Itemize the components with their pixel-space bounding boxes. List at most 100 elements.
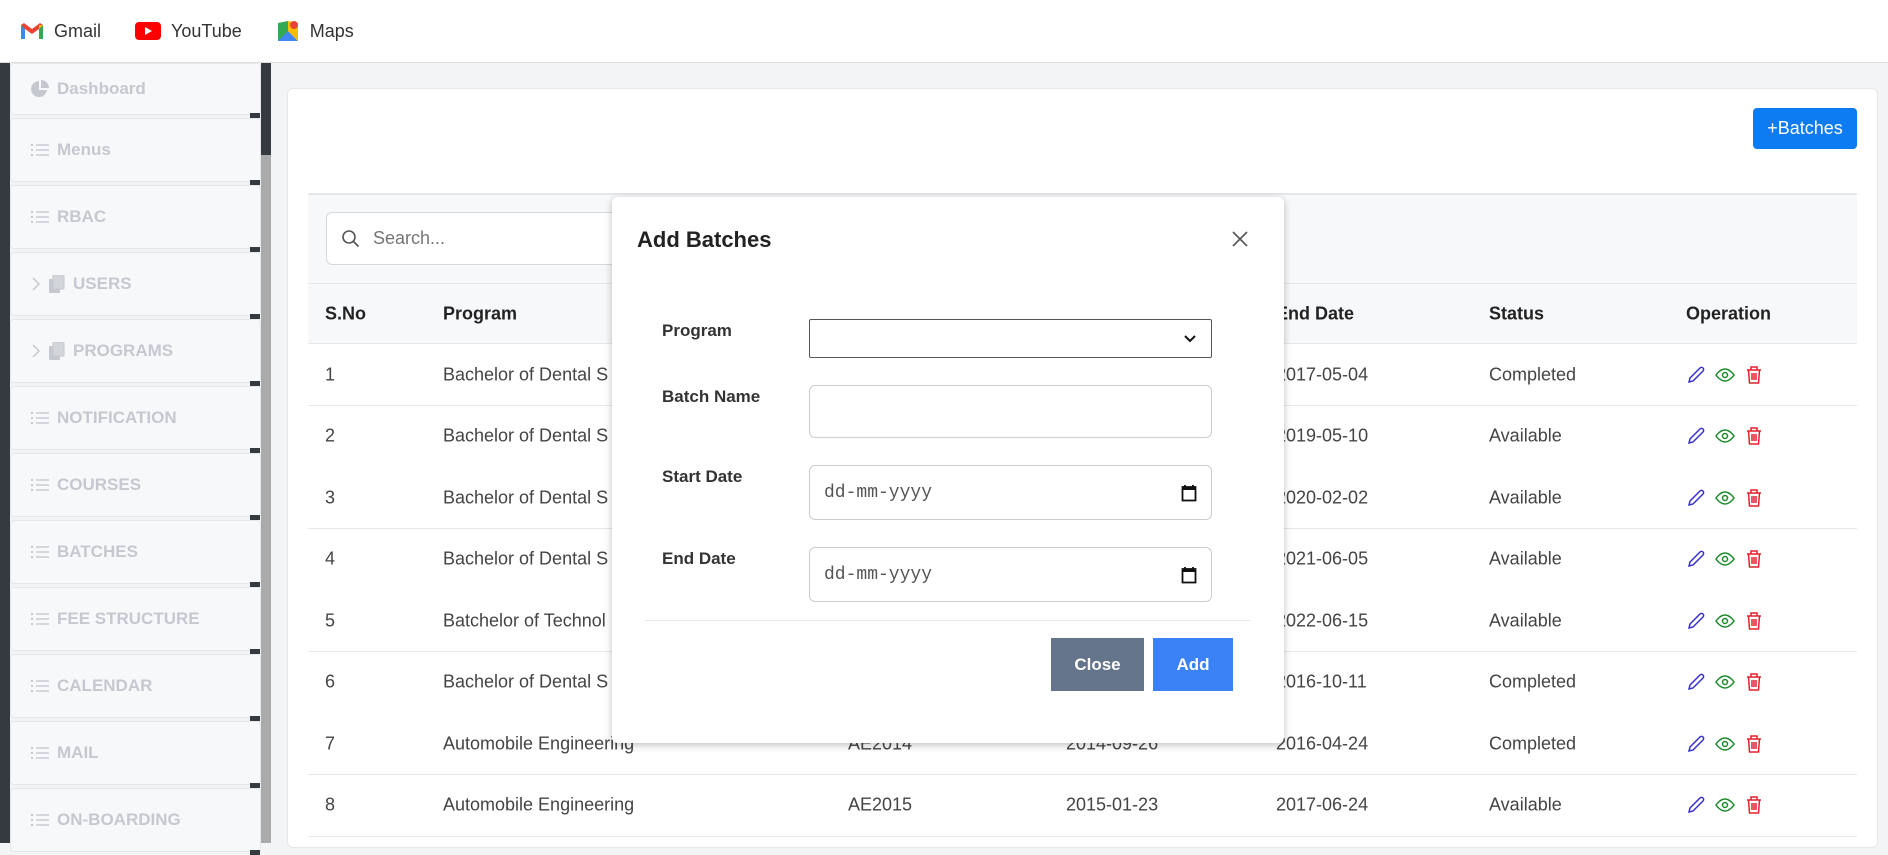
view-icon[interactable] <box>1715 426 1735 446</box>
table-row: 8 Automobile Engineering AE2015 2015-01-23 2… <box>308 774 1857 837</box>
view-icon[interactable] <box>1715 795 1735 815</box>
delete-icon[interactable] <box>1744 365 1764 385</box>
sidebar-item-label: FEE STRUCTURE <box>57 609 200 628</box>
table-cell: 2016-10-11 <box>1276 671 1367 692</box>
view-icon[interactable] <box>1715 365 1735 385</box>
table-cell: 3 <box>325 487 336 507</box>
delete-icon[interactable] <box>1744 795 1764 815</box>
bookmark-gmail[interactable]: Gmail <box>20 21 101 42</box>
table-cell: Bachelor of Dental S <box>443 548 609 569</box>
bookmark-label: Maps <box>309 20 354 41</box>
end-date-placeholder: dd-mm-yyyy <box>824 564 933 585</box>
edit-icon[interactable] <box>1686 488 1706 508</box>
edit-icon[interactable] <box>1686 734 1706 754</box>
sidebar-item-mail[interactable]: MAIL <box>10 721 261 788</box>
table-cell: 2016-04-24 <box>1276 733 1369 753</box>
bookmark-youtube[interactable]: YouTube <box>135 21 242 42</box>
sidebar-item-calendar[interactable]: CALENDAR <box>10 654 261 721</box>
edit-icon[interactable] <box>1686 611 1706 631</box>
delete-icon[interactable] <box>1744 672 1764 692</box>
end-date-label: End Date <box>662 549 736 568</box>
files-icon <box>49 275 65 293</box>
sidebar-edge <box>0 63 10 843</box>
close-icon[interactable] <box>1228 227 1252 251</box>
sidebar-item-dashboard[interactable]: Dashboard <box>10 63 261 118</box>
sidebar-item-label: Menus <box>57 140 111 159</box>
start-date-input[interactable]: dd-mm-yyyy <box>809 465 1212 520</box>
column-header: S.No <box>325 303 367 323</box>
sidebar-item-menus[interactable]: Menus <box>10 118 261 185</box>
sidebar-item-label: PROGRAMS <box>73 341 174 360</box>
table-cell: Automobile Engineering <box>443 794 635 815</box>
close-button[interactable]: Close <box>1051 638 1144 691</box>
sidebar-item-programs[interactable]: PROGRAMS <box>10 319 261 386</box>
sidebar-item-label: RBAC <box>57 207 107 226</box>
operations <box>1686 365 1764 385</box>
column-header: End Date <box>1276 303 1355 323</box>
sidebar-item-on-boarding[interactable]: ON-BOARDING <box>10 788 261 855</box>
column-header: Status <box>1489 303 1545 323</box>
search-icon <box>342 229 360 247</box>
sidebar-item-label: NOTIFICATION <box>57 408 177 427</box>
delete-icon[interactable] <box>1744 611 1764 631</box>
search-box[interactable] <box>326 212 646 265</box>
operations <box>1686 611 1764 631</box>
calendar-icon[interactable] <box>1181 484 1197 502</box>
sidebar: Dashboard Menus RBAC USERS PROGRAMS NOTIFICAT… <box>0 63 271 855</box>
edit-icon[interactable] <box>1686 795 1706 815</box>
sidebar-item-fee-structure[interactable]: FEE STRUCTURE <box>10 587 261 654</box>
sidebar-item-users[interactable]: USERS <box>10 252 261 319</box>
sidebar-scrollbar-thumb[interactable] <box>261 63 271 155</box>
gmail-icon <box>21 23 43 39</box>
edit-icon[interactable] <box>1686 672 1706 692</box>
calendar-icon[interactable] <box>1181 566 1197 584</box>
view-icon[interactable] <box>1715 549 1735 569</box>
table-cell: Bachelor of Dental S <box>443 364 609 384</box>
chevron-down-icon <box>1184 334 1196 342</box>
table-cell: Automobile Engineering <box>443 733 635 753</box>
sidebar-scrollbar[interactable] <box>261 63 271 843</box>
end-date-input[interactable]: dd-mm-yyyy <box>809 547 1212 602</box>
program-select[interactable] <box>809 319 1212 358</box>
view-icon[interactable] <box>1715 734 1735 754</box>
table-cell: 2019-05-10 <box>1276 425 1369 446</box>
edit-icon[interactable] <box>1686 426 1706 446</box>
edit-icon[interactable] <box>1686 365 1706 385</box>
add-batches-modal: Add Batches Program Batch Name Start Dat… <box>612 197 1284 743</box>
search-input[interactable] <box>373 228 623 249</box>
add-button[interactable]: Add <box>1153 638 1233 691</box>
sidebar-item-label: MAIL <box>57 743 99 762</box>
chevron-right-icon <box>32 277 41 291</box>
table-cell: 2017-05-04 <box>1276 364 1369 384</box>
list-icon <box>31 612 49 626</box>
sidebar-item-label: ON-BOARDING <box>57 810 181 829</box>
view-icon[interactable] <box>1715 611 1735 631</box>
maps-icon <box>277 21 298 41</box>
program-label: Program <box>662 321 732 340</box>
table-cell: 6 <box>325 671 336 692</box>
delete-icon[interactable] <box>1744 734 1764 754</box>
operations <box>1686 426 1764 446</box>
bookmark-label: Gmail <box>54 20 102 41</box>
sidebar-item-rbac[interactable]: RBAC <box>10 185 261 252</box>
operations <box>1686 672 1764 692</box>
list-icon <box>31 813 49 827</box>
sidebar-item-notification[interactable]: NOTIFICATION <box>10 386 261 453</box>
delete-icon[interactable] <box>1744 488 1764 508</box>
add-batches-button[interactable]: +Batches <box>1753 108 1857 149</box>
edit-icon[interactable] <box>1686 549 1706 569</box>
view-icon[interactable] <box>1715 488 1735 508</box>
delete-icon[interactable] <box>1744 549 1764 569</box>
sidebar-item-batches[interactable]: BATCHES <box>10 520 261 587</box>
sidebar-item-courses[interactable]: COURSES <box>10 453 261 520</box>
table-cell: Completed <box>1489 733 1577 753</box>
view-icon[interactable] <box>1715 672 1735 692</box>
list-icon <box>31 545 49 559</box>
table-cell: Available <box>1489 425 1562 446</box>
sidebar-item-label: CALENDAR <box>57 676 153 695</box>
bookmark-maps[interactable]: Maps <box>276 19 354 43</box>
table-cell: 7 <box>325 733 336 753</box>
batch-name-input[interactable] <box>809 385 1212 438</box>
list-icon <box>31 746 49 760</box>
delete-icon[interactable] <box>1744 426 1764 446</box>
